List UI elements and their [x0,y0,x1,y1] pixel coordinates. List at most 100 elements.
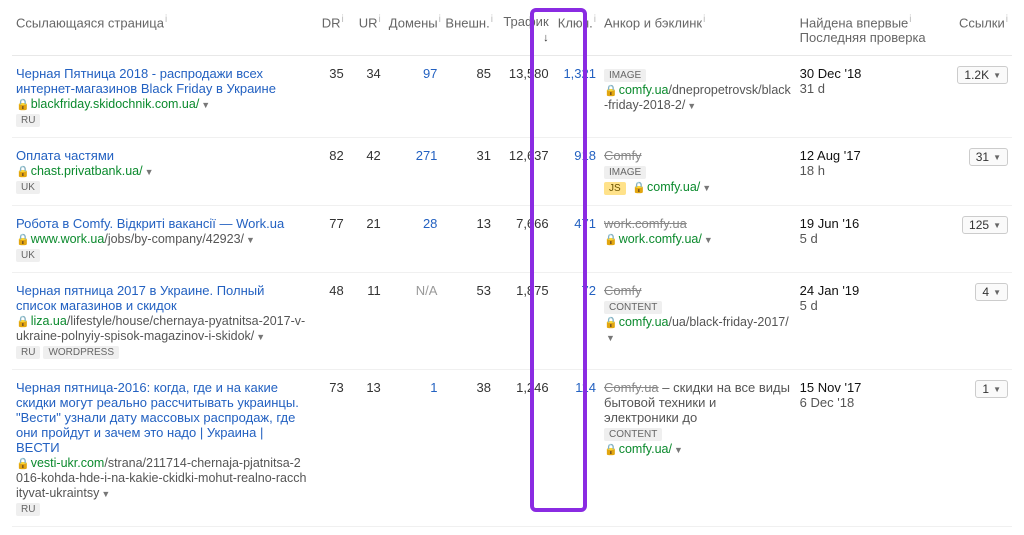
page-title-link[interactable]: Черная Пятница 2018 - распродажи всех ин… [16,66,276,96]
domains-link[interactable]: 271 [416,148,438,163]
chevron-down-icon: ▼ [993,71,1001,80]
domains-link[interactable]: 28 [423,216,437,231]
lock-icon: 🔒 [16,166,30,178]
keywords-link[interactable]: 1,321 [563,66,596,81]
chevron-down-icon[interactable]: ▼ [145,167,154,177]
backlink-host[interactable]: comfy.ua [619,315,669,329]
col-ur[interactable]: URi [348,8,385,56]
cell-traffic: 7,666 [495,206,553,273]
col-dr[interactable]: DRi [311,8,348,56]
keywords-link[interactable]: 471 [574,216,596,231]
cell-ext: 85 [441,56,495,138]
cell-dr: 77 [311,206,348,273]
col-traffic[interactable]: Трафик ↓ [495,8,553,56]
cell-domains: 97 [385,56,442,138]
checked-date: 5 d [800,231,936,246]
page-title-link[interactable]: Черная пятница 2017 в Украине. Полный сп… [16,283,264,313]
cell-ref-page: Оплата частями🔒chast.privatbank.ua/▼UK [12,138,311,206]
chevron-down-icon[interactable]: ▼ [256,332,265,342]
cell-ref-page: Черная пятница 2017 в Украине. Полный сп… [12,273,311,370]
chevron-down-icon[interactable]: ▼ [702,183,711,193]
col-keywords[interactable]: Ключ.i [553,8,600,56]
lang-tag: WORDPRESS [43,346,119,359]
cell-links: 125▼ [940,206,1012,273]
cell-found: 24 Jan '195 d [796,273,940,370]
chevron-down-icon: ▼ [993,288,1001,297]
cell-links: 1▼ [940,370,1012,527]
lang-tag: UK [16,249,40,262]
links-dropdown[interactable]: 31▼ [969,148,1008,166]
col-ext[interactable]: Внешн.i [441,8,495,56]
col-ref-page[interactable]: Ссылающаяся страницаi [12,8,311,56]
col-links[interactable]: Ссылкиi [940,8,1012,56]
keywords-link[interactable]: 114 [575,380,596,395]
chevron-down-icon[interactable]: ▼ [246,235,255,245]
backlink-host[interactable]: comfy.ua/ [619,442,672,456]
links-dropdown[interactable]: 125▼ [962,216,1008,234]
info-icon: i [165,14,167,25]
anchor-strike[interactable]: Comfy.ua [604,380,659,395]
links-dropdown[interactable]: 1▼ [975,380,1008,398]
backlink-host[interactable]: comfy.ua/ [647,180,700,194]
cell-ext: 53 [441,273,495,370]
col-domains[interactable]: Доменыi [385,8,442,56]
page-host[interactable]: vesti-ukr.com [31,456,105,470]
backlinks-table: Ссылающаяся страницаi DRi URi Доменыi Вн… [12,8,1012,527]
table-row: Робота в Comfy. Відкриті вакансії — Work… [12,206,1012,273]
lang-tag: RU [16,503,40,516]
cell-anchor: IMAGE🔒comfy.ua/dnepropetrovsk/black-frid… [600,56,796,138]
chevron-down-icon[interactable]: ▼ [704,235,713,245]
chevron-down-icon[interactable]: ▼ [674,445,683,455]
lang-tag: RU [16,114,40,127]
chevron-down-icon[interactable]: ▼ [687,101,696,111]
page-host[interactable]: liza.ua [31,314,67,328]
cell-links: 1.2K ▼ [940,56,1012,138]
lock-icon: 🔒 [16,99,30,111]
page-host[interactable]: blackfriday.skidochnik.com.ua/ [31,97,200,111]
backlink-host[interactable]: comfy.ua [619,83,669,97]
keywords-link[interactable]: 72 [582,283,596,298]
anchor-strike[interactable]: work.comfy.ua [604,216,687,231]
page-title-link[interactable]: Робота в Comfy. Відкриті вакансії — Work… [16,216,284,231]
anchor-strike[interactable]: Comfy [604,148,642,163]
keywords-link[interactable]: 918 [574,148,596,163]
chevron-down-icon[interactable]: ▼ [101,489,110,499]
cell-ref-page: Робота в Comfy. Відкриті вакансії — Work… [12,206,311,273]
cell-keywords: 114 [553,370,600,527]
anchor-tag: JS [604,182,626,195]
found-date: 24 Jan '19 [800,283,936,298]
chevron-down-icon[interactable]: ▼ [606,333,615,343]
cell-ext: 38 [441,370,495,527]
na-value: N/A [416,283,438,298]
table-row: Черная пятница 2017 в Украине. Полный сп… [12,273,1012,370]
cell-dr: 35 [311,56,348,138]
cell-ref-page: Черная Пятница 2018 - распродажи всех ин… [12,56,311,138]
page-title-link[interactable]: Оплата частями [16,148,114,163]
cell-links: 4▼ [940,273,1012,370]
table-row: Черная Пятница 2018 - распродажи всех ин… [12,56,1012,138]
info-icon: i [491,14,493,25]
page-host[interactable]: chast.privatbank.ua/ [31,164,143,178]
lock-icon: 🔒 [16,234,30,246]
page-host[interactable]: www.work.ua [31,232,105,246]
domains-link[interactable]: 97 [423,66,437,81]
backlink-host[interactable]: work.comfy.ua/ [619,232,702,246]
links-dropdown[interactable]: 4▼ [975,283,1008,301]
chevron-down-icon[interactable]: ▼ [201,100,210,110]
found-date: 30 Dec '18 [800,66,936,81]
links-count: 1.2K [964,68,989,82]
anchor-tag: CONTENT [604,428,662,441]
domains-link[interactable]: 1 [430,380,437,395]
anchor-tag: IMAGE [604,69,646,82]
cell-found: 12 Aug '1718 h [796,138,940,206]
links-dropdown[interactable]: 1.2K ▼ [957,66,1008,84]
col-found[interactable]: Найдена впервыеiПоследняя проверка [796,8,940,56]
col-anchor[interactable]: Анкор и бэклинкi [600,8,796,56]
info-icon: i [1006,14,1008,25]
anchor-tag: IMAGE [604,166,646,179]
anchor-strike[interactable]: Comfy [604,283,642,298]
lock-icon: 🔒 [604,234,618,246]
page-title-link[interactable]: Черная пятница-2016: когда, где и на как… [16,380,299,455]
info-icon: i [439,14,441,25]
table-header-row: Ссылающаяся страницаi DRi URi Доменыi Вн… [12,8,1012,56]
